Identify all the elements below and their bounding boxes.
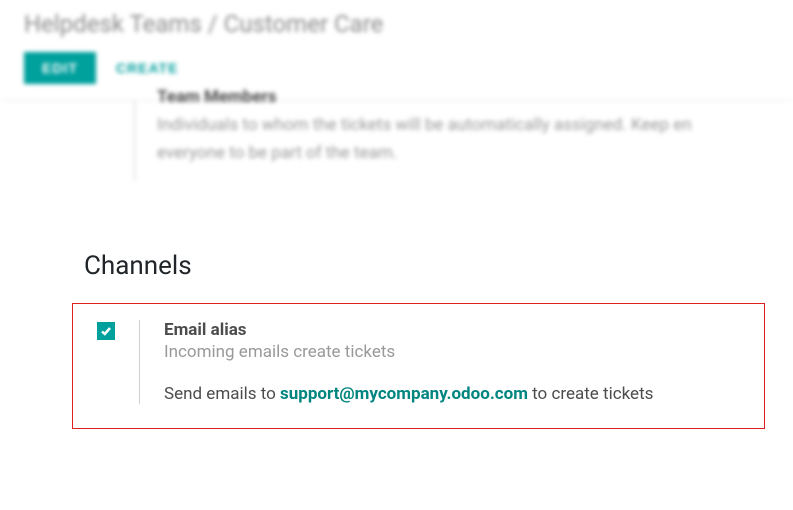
- header: Helpdesk Teams / Customer Care EDIT CREA…: [0, 0, 793, 101]
- email-alias-hint: Send emails to support@mycompany.odoo.co…: [164, 384, 740, 404]
- team-members-title: Team Members: [157, 87, 793, 107]
- team-members-desc-line1: Individuals to whom the tickets will be …: [157, 115, 692, 135]
- email-alias-desc: Incoming emails create tickets: [164, 342, 740, 362]
- hint-suffix: to create tickets: [528, 384, 653, 404]
- content: Team Members Individuals to whom the tic…: [0, 101, 793, 429]
- vertical-divider: [139, 320, 140, 404]
- channels-section: Channels Email alias Incoming emails cre…: [48, 251, 793, 429]
- hint-prefix: Send emails to: [164, 384, 280, 404]
- email-alias-link[interactable]: support@mycompany.odoo.com: [280, 384, 528, 404]
- email-alias-text: Email alias Incoming emails create ticke…: [164, 320, 740, 404]
- email-alias-row: Email alias Incoming emails create ticke…: [72, 303, 765, 429]
- team-members-block: Team Members Individuals to whom the tic…: [134, 101, 793, 181]
- create-button[interactable]: CREATE: [116, 60, 179, 76]
- edit-button[interactable]: EDIT: [24, 52, 96, 84]
- checkbox-wrap: [97, 320, 115, 340]
- breadcrumb[interactable]: Helpdesk Teams / Customer Care: [24, 10, 769, 38]
- email-alias-checkbox[interactable]: [97, 322, 115, 340]
- check-icon: [100, 325, 112, 337]
- channels-heading: Channels: [84, 251, 765, 281]
- team-members-desc: Individuals to whom the tickets will be …: [157, 111, 793, 167]
- action-row: EDIT CREATE: [24, 52, 769, 84]
- team-members-desc-line2: everyone to be part of the team.: [157, 143, 397, 163]
- email-alias-title: Email alias: [164, 320, 740, 340]
